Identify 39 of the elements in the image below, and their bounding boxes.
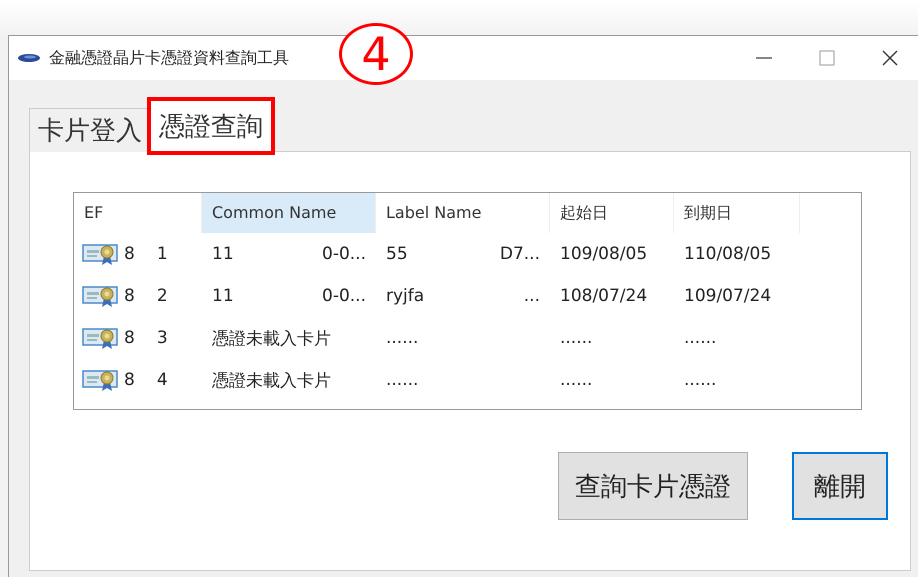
column-header[interactable]: 到期日: [674, 193, 800, 233]
ef-number: 8: [124, 328, 135, 348]
table-cell-text: 11: [212, 244, 234, 264]
table-cell-text: ......: [684, 370, 716, 390]
action-button[interactable]: 查詢卡片憑證: [558, 452, 748, 520]
tab[interactable]: 憑證查詢: [150, 100, 272, 152]
row-index: 4: [156, 370, 168, 390]
table-cell-text: 0-0...: [322, 244, 366, 264]
window-title: 金融憑證晶片卡憑證資料查詢工具: [49, 48, 289, 68]
table-cell-text: ...: [524, 286, 540, 306]
ef-number: 8: [124, 370, 135, 390]
table-cell-text: ......: [386, 328, 418, 348]
table-cell-text: ......: [560, 328, 592, 348]
table-cell-text: 110/08/05: [684, 244, 772, 264]
action-button[interactable]: 離開: [792, 452, 888, 520]
table-cell-text: D7...: [500, 244, 540, 264]
row-index: 1: [156, 244, 168, 264]
table-cell-text: 108/07/24: [560, 286, 648, 306]
row-index: 2: [156, 286, 168, 306]
close-icon[interactable]: [881, 49, 899, 67]
table-cell-text: 55: [386, 244, 408, 264]
step-number-annotation: 4: [339, 23, 413, 85]
table-cell-text: ryjfa: [386, 286, 424, 306]
table-cell-text: 憑證未載入卡片: [212, 370, 331, 392]
ef-number: 8: [124, 244, 135, 264]
column-header[interactable]: Label Name: [376, 193, 550, 233]
column-header[interactable]: 起始日: [550, 193, 674, 233]
table-cell-text: 109/08/05: [560, 244, 648, 264]
table-cell-text: 109/07/24: [684, 286, 772, 306]
table-cell-text: ......: [386, 370, 418, 390]
table-cell-text: ......: [560, 370, 592, 390]
ef-number: 8: [124, 286, 135, 306]
table-cell-text: 0-0...: [322, 286, 366, 306]
app-icon: [17, 53, 41, 63]
table-cell-text: ......: [684, 328, 716, 348]
table-cell-text: 11: [212, 286, 234, 306]
column-header[interactable]: Common Name: [202, 193, 376, 233]
table-cell-text: 憑證未載入卡片: [212, 328, 331, 350]
row-index: 3: [156, 328, 168, 348]
